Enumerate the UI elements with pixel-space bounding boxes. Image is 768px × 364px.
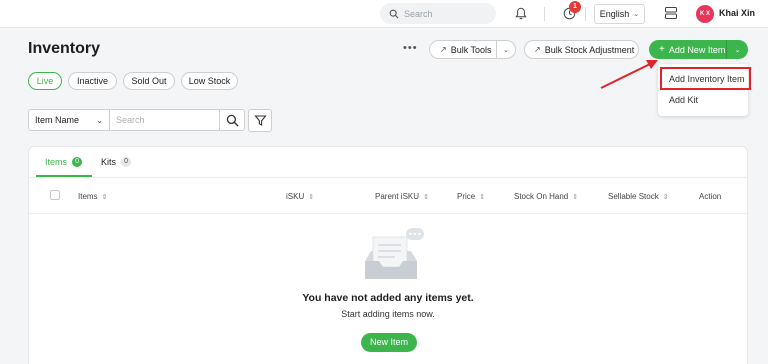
chevron-down-icon: ⌄ bbox=[96, 115, 103, 125]
sort-icon: ⇕ bbox=[479, 194, 486, 201]
filter-chip-inactive[interactable]: Inactive bbox=[68, 72, 117, 90]
column-header-parent-isku[interactable]: Parent iSKU ⇕ bbox=[375, 192, 429, 201]
add-new-item-label: Add New Item bbox=[668, 44, 726, 55]
filter-chip-sold-out[interactable]: Sold Out bbox=[123, 72, 175, 90]
avatar[interactable]: K X bbox=[696, 5, 714, 23]
bulk-tools-main[interactable]: ↗ Bulk Tools bbox=[430, 41, 497, 58]
search-icon bbox=[226, 114, 238, 126]
tab-items-label: Items bbox=[45, 157, 68, 167]
empty-state-subtitle: Start adding items now. bbox=[341, 309, 435, 319]
bulk-tools-label: Bulk Tools bbox=[450, 44, 492, 55]
column-label: Items bbox=[78, 192, 98, 201]
table-header: Items ⇕ iSKU ⇕ Parent iSKU ⇕ Price ⇕ Stock O… bbox=[29, 178, 747, 214]
bell-icon[interactable] bbox=[515, 7, 527, 20]
column-label: iSKU bbox=[286, 192, 305, 201]
notification-badge: 1 bbox=[569, 1, 581, 13]
sort-icon: ⇕ bbox=[101, 194, 108, 201]
empty-state-title: You have not added any items yet. bbox=[302, 292, 474, 304]
bulk-stock-adjustment-button[interactable]: ↗ Bulk Stock Adjustment bbox=[524, 40, 639, 59]
column-label: Action bbox=[699, 192, 722, 201]
sort-icon: ⇕ bbox=[423, 194, 429, 201]
divider bbox=[585, 7, 586, 21]
column-header-items[interactable]: Items ⇕ bbox=[78, 192, 107, 201]
tab-items[interactable]: Items 0 bbox=[45, 157, 83, 167]
bulk-stock-label: Bulk Stock Adjustment bbox=[544, 44, 635, 55]
column-header-price[interactable]: Price ⇕ bbox=[457, 192, 485, 201]
items-card: Items 0 Kits 0 Items ⇕ iSKU ⇕ Parent iSKU ⇕… bbox=[28, 146, 748, 364]
annotation-arrow bbox=[600, 60, 658, 89]
column-header-action: Action bbox=[699, 192, 721, 201]
tab-kits-count: 0 bbox=[121, 157, 132, 167]
column-label: Sellable Stock bbox=[608, 192, 659, 201]
column-header-stock-on-hand[interactable]: Stock On Hand ⇕ bbox=[514, 192, 578, 201]
search-bar: Item Name ⌄ Search bbox=[28, 109, 245, 131]
top-bar: Search 1 English ⌄ K X Khai Xin bbox=[0, 0, 768, 28]
column-header-isku[interactable]: iSKU ⇕ bbox=[286, 192, 314, 201]
username[interactable]: Khai Xin bbox=[719, 8, 755, 18]
tab-kits[interactable]: Kits 0 bbox=[101, 157, 132, 167]
layout-icon[interactable] bbox=[664, 6, 678, 20]
plus-icon: + bbox=[659, 44, 665, 55]
column-label: Price bbox=[457, 192, 476, 201]
column-label: Stock On Hand bbox=[514, 192, 569, 201]
chevron-down-icon: ⌄ bbox=[633, 11, 640, 18]
column-header-sellable-stock[interactable]: Sellable Stock ⇕ bbox=[608, 192, 669, 201]
external-link-icon: ↗ bbox=[440, 45, 447, 54]
add-new-item-main[interactable]: + Add New Item bbox=[649, 40, 727, 59]
tab-items-count: 0 bbox=[72, 157, 83, 167]
divider bbox=[544, 7, 545, 21]
empty-inbox-icon bbox=[365, 228, 424, 279]
sort-icon: ⇕ bbox=[308, 194, 315, 201]
bulk-tools-button[interactable]: ↗ Bulk Tools ⌄ bbox=[429, 40, 516, 59]
column-label: Parent iSKU bbox=[375, 192, 420, 201]
new-item-button[interactable]: New Item bbox=[361, 333, 417, 352]
language-label: English bbox=[599, 9, 630, 19]
filter-chip-live[interactable]: Live bbox=[28, 72, 62, 90]
search-placeholder: Search bbox=[116, 115, 145, 125]
sort-icon: ⇕ bbox=[572, 194, 579, 201]
global-search-placeholder: Search bbox=[404, 8, 433, 19]
page-title: Inventory bbox=[28, 40, 101, 57]
filter-icon bbox=[253, 115, 267, 126]
search-field-label: Item Name bbox=[35, 115, 80, 125]
search-input[interactable]: Search bbox=[110, 109, 220, 131]
chevron-down-icon[interactable]: ⌄ bbox=[727, 46, 748, 54]
search-icon bbox=[389, 9, 399, 19]
search-field-select[interactable]: Item Name ⌄ bbox=[28, 109, 110, 131]
tab-kits-label: Kits bbox=[101, 157, 117, 167]
select-all-checkbox[interactable] bbox=[50, 190, 60, 200]
search-button[interactable] bbox=[220, 109, 245, 131]
global-search[interactable]: Search bbox=[380, 3, 496, 24]
language-select[interactable]: English ⌄ bbox=[594, 4, 645, 24]
sort-icon: ⇕ bbox=[662, 194, 669, 201]
highlight-box bbox=[660, 67, 751, 90]
more-options-button[interactable]: ••• bbox=[403, 42, 418, 54]
filter-chip-low-stock[interactable]: Low Stock bbox=[181, 72, 238, 90]
external-link-icon: ↗ bbox=[534, 45, 541, 54]
filter-button[interactable] bbox=[248, 109, 272, 132]
menu-item-add-kit[interactable]: Add Kit bbox=[669, 95, 698, 105]
chevron-down-icon[interactable]: ⌄ bbox=[497, 46, 515, 54]
add-new-item-button[interactable]: + Add New Item ⌄ bbox=[649, 40, 748, 59]
